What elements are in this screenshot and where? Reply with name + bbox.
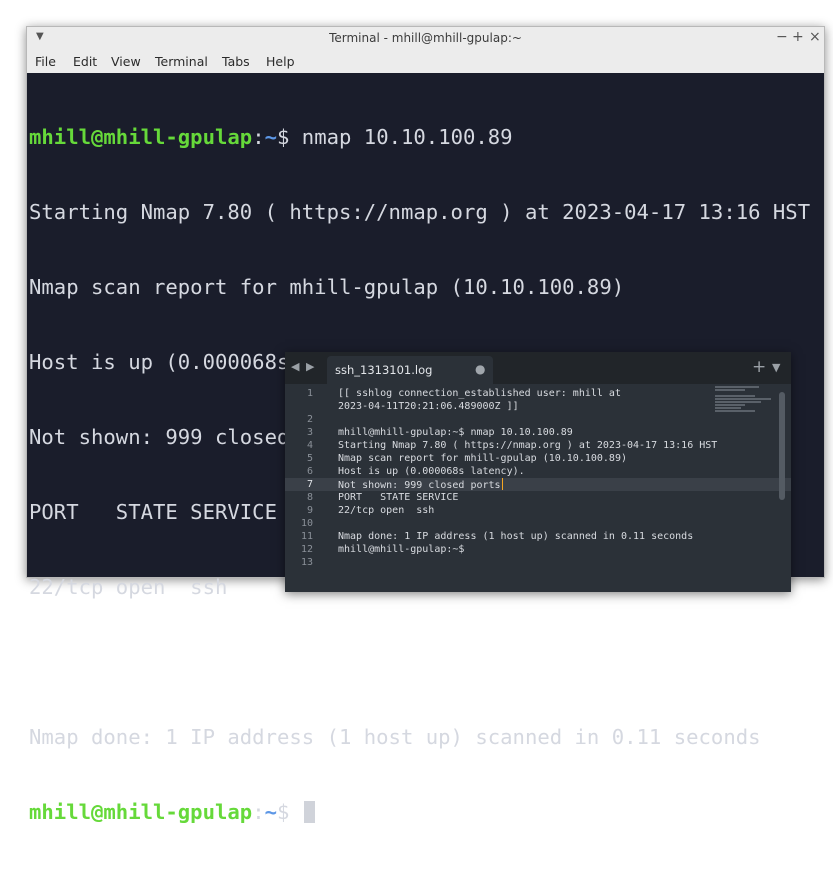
line-text: mhill@mhill-gpulap:~$ nmap 10.10.100.89 (338, 427, 573, 438)
editor-line: 13 (285, 556, 791, 569)
line-text: PORT STATE SERVICE (338, 492, 459, 503)
output-line: Nmap done: 1 IP address (1 host up) scan… (29, 725, 761, 749)
unsaved-dot-icon[interactable]: ● (475, 362, 485, 376)
output-line: Nmap scan report for mhill-gpulap (10.10… (29, 275, 625, 299)
prompt-symbol: $ (277, 800, 290, 824)
window-title: Terminal - mhill@mhill-gpulap:~ (329, 31, 522, 45)
editor-line: 10 (285, 517, 791, 530)
line-number: 13 (300, 557, 313, 568)
editor-line: 12 mhill@mhill-gpulap:~$ (285, 543, 791, 556)
tab-list-dropdown-icon[interactable]: ▼ (772, 361, 780, 374)
menu-terminal[interactable]: Terminal (155, 54, 208, 69)
prompt-path: ~ (264, 125, 277, 149)
line-text: Host is up (0.000068s latency). (338, 466, 525, 477)
typed-command: nmap 10.10.100.89 (289, 125, 513, 149)
editor-tabbar: ◀ ▶ ssh_1313101.log ● + ▼ (285, 352, 791, 384)
tab-ssh-log[interactable]: ssh_1313101.log ● (327, 356, 493, 384)
menu-tabs[interactable]: Tabs (222, 54, 250, 69)
tab-label: ssh_1313101.log (335, 363, 433, 377)
editor-line: 11 Nmap done: 1 IP address (1 host up) sc… (285, 530, 791, 543)
prompt-user-host: mhill@mhill-gpulap (29, 125, 253, 149)
terminal-menubar: File Edit View Terminal Tabs Help (27, 49, 824, 73)
menu-file[interactable]: File (35, 54, 56, 69)
editor-scrollbar[interactable] (779, 392, 785, 500)
editor-minimap[interactable] (715, 386, 773, 416)
menu-edit[interactable]: Edit (73, 54, 97, 69)
line-text: 2023-04-11T20:21:06.489000Z ]] (338, 401, 519, 412)
new-tab-icon[interactable]: + (752, 357, 766, 377)
line-number: 12 (300, 544, 313, 555)
maximize-icon[interactable]: + (792, 29, 804, 45)
terminal-cursor (303, 801, 315, 823)
line-text: Not shown: 999 closed ports (338, 480, 501, 491)
line-number: 1 (306, 388, 313, 399)
menu-view[interactable]: View (111, 54, 141, 69)
nav-forward-icon[interactable]: ▶ (306, 360, 314, 373)
editor-line: 4 Starting Nmap 7.80 ( https://nmap.org )… (285, 439, 791, 452)
terminal-titlebar[interactable]: ▼ Terminal - mhill@mhill-gpulap:~ − + × (27, 27, 824, 49)
editor-line: 9 22/tcp open ssh (285, 504, 791, 517)
line-number: 5 (306, 453, 313, 464)
prompt-user-host: mhill@mhill-gpulap (29, 800, 253, 824)
line-number: 7 (306, 479, 313, 490)
line-text: mhill@mhill-gpulap:~$ (338, 544, 465, 555)
prompt-symbol: $ (277, 125, 290, 149)
editor-line: 3 mhill@mhill-gpulap:~$ nmap 10.10.100.89 (285, 426, 791, 439)
minimize-icon[interactable]: − (776, 29, 788, 45)
line-number: 9 (306, 505, 313, 516)
menu-help[interactable]: Help (266, 54, 295, 69)
output-line: Starting Nmap 7.80 ( https://nmap.org ) … (29, 200, 811, 224)
editor-window: ◀ ▶ ssh_1313101.log ● + ▼ 1 [[ sshlog con… (285, 352, 791, 592)
close-icon[interactable]: × (809, 29, 821, 45)
line-number: 8 (306, 492, 313, 503)
editor-line: 8 PORT STATE SERVICE (285, 491, 791, 504)
editor-line: 5 Nmap scan report for mhill-gpulap (10.1… (285, 452, 791, 465)
line-number: 6 (306, 466, 313, 477)
line-number: 4 (306, 440, 313, 451)
editor-line: 6 Host is up (0.000068s latency). (285, 465, 791, 478)
line-number: 3 (306, 427, 313, 438)
line-text: Starting Nmap 7.80 ( https://nmap.org ) … (338, 440, 718, 451)
line-number: 10 (300, 518, 313, 529)
line-number: 2 (306, 414, 313, 425)
line-number: 11 (300, 531, 313, 542)
nav-back-icon[interactable]: ◀ (291, 360, 299, 373)
line-text: Nmap done: 1 IP address (1 host up) scan… (338, 531, 694, 542)
prompt-path: ~ (264, 800, 277, 824)
editor-line-active: 7 Not shown: 999 closed ports (285, 478, 791, 491)
command-line: mhill@mhill-gpulap:~$ nmap 10.10.100.89 (29, 125, 513, 149)
line-text: 22/tcp open ssh (338, 505, 435, 516)
line-text: [[ sshlog connection_established user: m… (338, 388, 621, 399)
text-caret (501, 478, 503, 490)
final-prompt-line: mhill@mhill-gpulap:~$ (29, 800, 810, 825)
line-text: Nmap scan report for mhill-gpulap (10.10… (338, 453, 627, 464)
